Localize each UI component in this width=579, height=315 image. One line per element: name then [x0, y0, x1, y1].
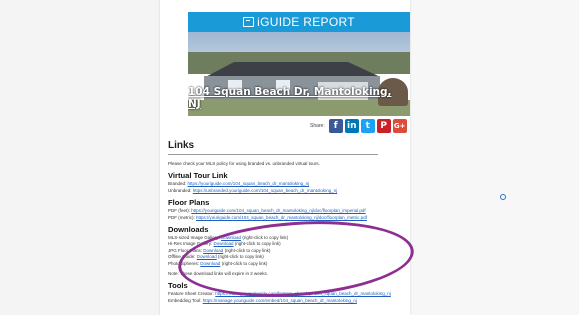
pdf-feet-link[interactable]: https://youriguide.com/104_squan_beach_d…: [191, 208, 365, 213]
embedding-row: Embedding Tool: https://manage.youriguid…: [168, 297, 357, 303]
unbranded-link[interactable]: https://unbranded.youriguide.com/104_squ…: [193, 188, 337, 193]
floor-plans-heading: Floor Plans: [168, 198, 210, 208]
pdf-metric-link[interactable]: https://youriguide.com/104_squan_beach_d…: [196, 215, 367, 220]
facebook-icon[interactable]: f: [328, 119, 343, 133]
share-bar: Share: f in t P G+: [310, 118, 407, 134]
googleplus-icon[interactable]: G+: [392, 119, 407, 133]
virtual-tour-heading: Virtual Tour Link: [168, 171, 228, 181]
cursor-dot: [500, 194, 506, 200]
report-title: iGUIDE REPORT: [257, 15, 355, 29]
property-address-link[interactable]: 104 Squan Beach Dr, Mantoloking, NJ: [188, 86, 406, 110]
linkedin-icon[interactable]: in: [344, 119, 359, 133]
property-photo: 104 Squan Beach Dr, Mantoloking, NJ: [188, 32, 410, 116]
pdf-metric-row: PDF (metric): https://youriguide.com/104…: [168, 214, 367, 220]
pinterest-icon[interactable]: P: [376, 119, 391, 133]
report-header: iGUIDE REPORT: [188, 12, 410, 32]
share-label: Share:: [310, 123, 325, 129]
empty-panel: [410, 0, 579, 315]
mls-policy-note: Please check your MLS policy for using b…: [168, 161, 320, 166]
branded-link[interactable]: https://youriguide.com/104_squan_beach_d…: [188, 181, 310, 186]
iguide-logo-icon: [243, 17, 255, 27]
unbranded-row: Unbranded: https://unbranded.youriguide.…: [168, 187, 338, 193]
embedding-link[interactable]: https://manage.youriguide.com/embed/104_…: [203, 298, 357, 303]
divider: [168, 154, 378, 155]
links-heading: Links: [168, 140, 195, 151]
twitter-icon[interactable]: t: [360, 119, 375, 133]
